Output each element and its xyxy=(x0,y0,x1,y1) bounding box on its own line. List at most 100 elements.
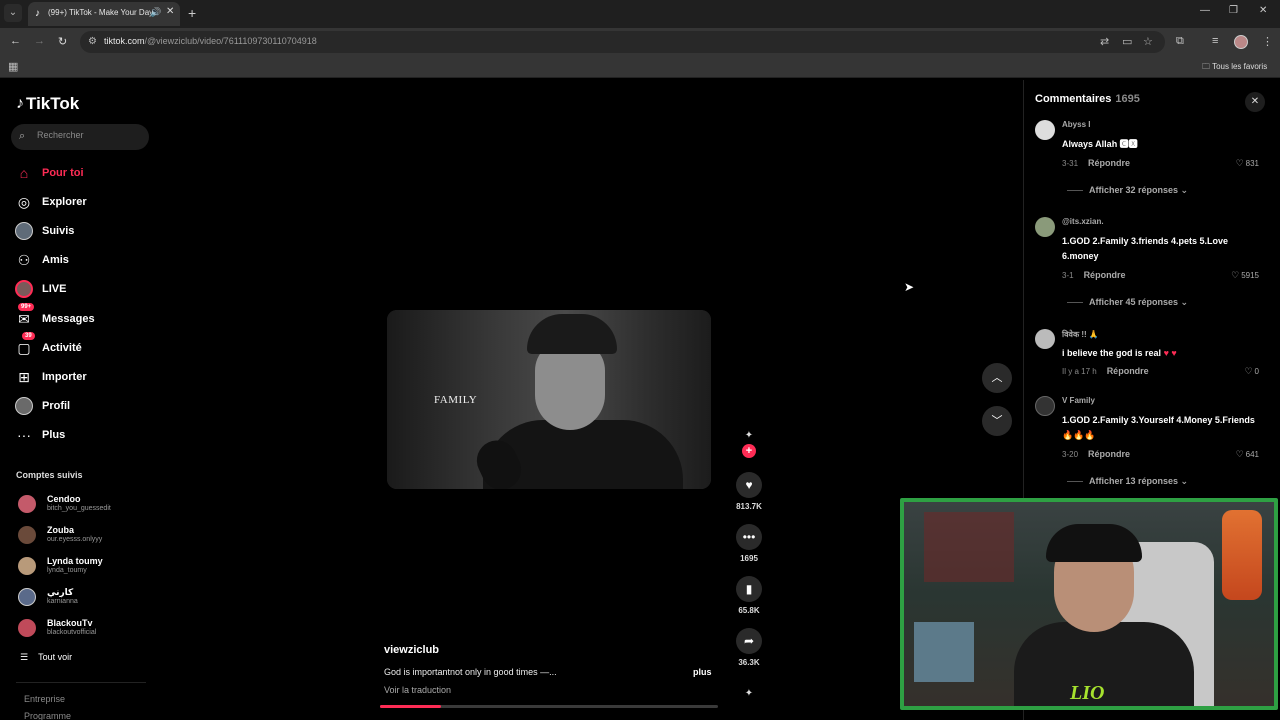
account-name: Cendoo xyxy=(47,494,81,504)
nav-upload[interactable]: ⊞ Importer xyxy=(14,365,154,389)
video-overlay-text: FAMILY xyxy=(434,394,478,406)
nav-label: Pour toi xyxy=(42,167,84,179)
nav-label: Messages xyxy=(42,313,95,325)
home-icon: ⌂ xyxy=(19,165,29,181)
like-button[interactable]: ♥ 813.7K xyxy=(734,472,764,511)
nav-following[interactable]: Suivis xyxy=(14,219,154,243)
comment-avatar[interactable] xyxy=(1035,217,1055,237)
reply-button[interactable]: Répondre xyxy=(1088,449,1130,459)
webcam-person-cap xyxy=(1046,524,1142,562)
comment-username[interactable]: @its.xzian. xyxy=(1062,217,1104,226)
media-controls-icon[interactable]: ≡ xyxy=(1212,35,1218,47)
url-field[interactable]: ⚙ tiktok.com/@viewziclub/video/761110973… xyxy=(80,31,1165,53)
comment-username[interactable]: Abyss I xyxy=(1062,120,1090,129)
video-author[interactable]: viewziclub xyxy=(384,644,439,656)
comment-like-button[interactable]: ♡ 5915 xyxy=(1231,270,1259,281)
view-replies-button[interactable]: Afficher 45 réponses ⌄ xyxy=(1067,297,1188,308)
followed-account[interactable]: كارني karnianna xyxy=(16,585,156,611)
save-button[interactable]: ▮ 65.8K xyxy=(734,576,764,615)
apps-grid-icon[interactable]: ▦ xyxy=(8,60,18,73)
next-video-button[interactable]: ﹀ xyxy=(982,406,1012,436)
account-name: BlackouTv xyxy=(47,618,93,628)
tiktok-logo[interactable]: ♪ TikTok xyxy=(16,94,79,114)
webcam-monitor xyxy=(914,622,974,682)
comment-button[interactable]: ••• 1695 xyxy=(734,524,764,563)
comment-like-button[interactable]: ♡ 831 xyxy=(1236,158,1259,169)
followed-account[interactable]: Cendoo bitch_you_guessedit xyxy=(16,492,156,518)
account-name: كارني xyxy=(47,587,74,597)
browser-profile-avatar[interactable] xyxy=(1234,35,1248,49)
heart-icon: ♥ xyxy=(736,472,762,498)
creator-avatar-button[interactable]: ✦ + xyxy=(734,430,764,458)
window-close-icon[interactable]: ✕ xyxy=(1259,5,1267,16)
share-button[interactable]: ➦ 36.3K xyxy=(734,628,764,667)
comment-avatar[interactable] xyxy=(1035,396,1055,416)
follow-plus-icon[interactable]: + xyxy=(742,444,756,458)
bookmark-star-icon[interactable]: ☆ xyxy=(1143,35,1153,48)
all-bookmarks-folder[interactable]: 🗀 Tous les favoris xyxy=(1202,61,1267,75)
extensions-icon[interactable]: ⧉ xyxy=(1176,35,1184,48)
heart-outline-icon: ♡ xyxy=(1235,158,1244,168)
translate-icon[interactable]: ⇄ xyxy=(1100,35,1109,48)
previous-video-button[interactable]: ︿ xyxy=(982,363,1012,393)
account-name: Zouba xyxy=(47,525,74,535)
video-player[interactable]: FAMILY xyxy=(387,310,711,489)
audio-playing-icon[interactable]: 🔊 xyxy=(150,7,161,18)
browser-tab[interactable]: ♪ (99+) TikTok - Make Your Day 🔊 ✕ xyxy=(28,2,180,26)
close-comments-icon[interactable]: ✕ xyxy=(1245,92,1265,112)
nav-messages[interactable]: ✉ 99+ Messages xyxy=(14,303,154,331)
cast-icon[interactable]: ▭ xyxy=(1122,35,1132,48)
following-avatar-icon xyxy=(14,221,34,241)
view-replies-button[interactable]: Afficher 32 réponses ⌄ xyxy=(1067,185,1188,196)
heart-outline-icon: ♡ xyxy=(1235,449,1244,459)
nav-activity[interactable]: ▢ 39 Activité xyxy=(14,332,154,360)
followed-account[interactable]: Lynda toumy lynda_toumy xyxy=(16,554,156,580)
comment-text: i believe the god is real ♥ ♥ xyxy=(1062,348,1177,358)
back-icon[interactable]: ← xyxy=(10,35,21,47)
nav-live[interactable]: LIVE xyxy=(14,277,154,301)
forward-icon[interactable]: → xyxy=(34,35,45,47)
comment-username[interactable]: विवेक !! 🙏 xyxy=(1062,329,1099,340)
comment-avatar[interactable] xyxy=(1035,120,1055,140)
video-description: God is importantnot only in good times —… xyxy=(384,667,557,677)
reply-button[interactable]: Répondre xyxy=(1107,366,1149,376)
comment-avatar[interactable] xyxy=(1035,329,1055,349)
followed-account[interactable]: Zouba our.eyesss.onlyyy xyxy=(16,523,156,549)
comment-like-button[interactable]: ♡ 641 xyxy=(1236,449,1259,460)
footer-link-business[interactable]: Entreprise xyxy=(24,694,65,704)
nav-explore[interactable]: ◎ Explorer xyxy=(14,190,154,214)
nav-more[interactable]: ··· Plus xyxy=(14,423,154,447)
streamer-logo: LIO xyxy=(1070,682,1105,704)
comment-username[interactable]: V Family xyxy=(1062,396,1095,405)
see-all-button[interactable]: ☰ Tout voir xyxy=(20,652,72,663)
sound-disc-button[interactable]: ✦ xyxy=(734,688,764,700)
avatar xyxy=(18,619,36,637)
search-box[interactable]: ⌕ xyxy=(11,124,149,150)
tab-close-icon[interactable]: ✕ xyxy=(166,6,174,17)
view-replies-button[interactable]: Afficher 13 réponses ⌄ xyxy=(1067,476,1188,487)
tab-search-icon[interactable]: ⌄ xyxy=(4,4,22,22)
mouse-cursor-icon: ➤ xyxy=(904,280,915,294)
reload-icon[interactable]: ↻ xyxy=(58,35,67,48)
translate-link[interactable]: Voir la traduction xyxy=(384,685,451,695)
minimize-icon[interactable]: — xyxy=(1200,5,1210,16)
browser-menu-icon[interactable]: ⋮ xyxy=(1262,35,1273,48)
search-input[interactable] xyxy=(37,130,142,140)
site-info-icon[interactable]: ⚙ xyxy=(88,36,97,47)
nav-for-you[interactable]: ⌂ Pour toi xyxy=(14,161,154,185)
comment-like-button[interactable]: ♡ 0 xyxy=(1244,366,1259,377)
restore-icon[interactable]: ❐ xyxy=(1229,5,1238,16)
more-icon: ··· xyxy=(17,427,31,443)
reply-button[interactable]: Répondre xyxy=(1084,270,1126,280)
followed-account[interactable]: BlackouTv blackoutvofficial xyxy=(16,616,156,642)
nav-profile[interactable]: Profil xyxy=(14,394,154,418)
divider xyxy=(16,682,146,683)
nav-friends[interactable]: ⚇ Amis xyxy=(14,248,154,272)
nav-label: Activité xyxy=(42,342,82,354)
new-tab-button[interactable]: + xyxy=(188,4,196,22)
footer-link-program[interactable]: Programme xyxy=(24,711,71,720)
reply-button[interactable]: Répondre xyxy=(1088,158,1130,168)
heart-outline-icon: ♡ xyxy=(1231,270,1240,280)
see-more-link[interactable]: plus xyxy=(693,667,712,677)
video-progress-bar[interactable] xyxy=(380,705,718,708)
